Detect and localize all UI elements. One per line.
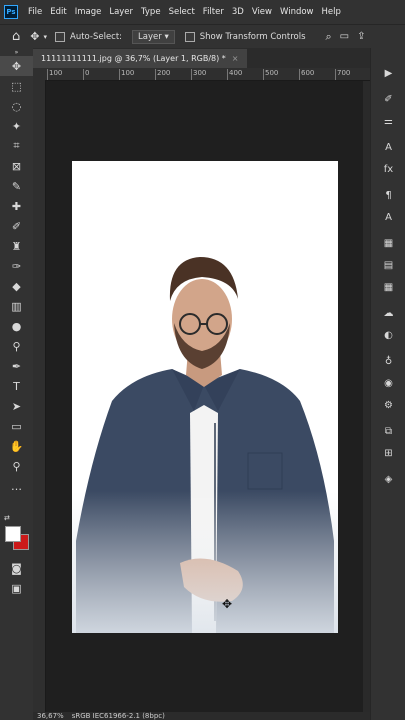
document-tab-title: 11111111111.jpg @ 36,7% (Layer 1, RGB/8)… [41,54,226,63]
status-bar: 36,67% sRGB IEC61966-2.1 (8bpc) [33,712,370,720]
character-styles-icon[interactable]: A [371,206,405,228]
libraries-icon[interactable]: ⊞ [371,442,405,464]
play-icon[interactable]: ▶ [371,62,405,84]
channels-icon[interactable]: ◉ [371,372,405,394]
gradients-icon[interactable]: ▤ [371,254,405,276]
history-brush-tool-icon[interactable]: ✑ [0,256,33,276]
patterns-icon[interactable]: ▦ [371,276,405,298]
chevron-down-icon[interactable]: ▾ [43,33,47,41]
move-tool-preset-icon[interactable]: ✥ [30,30,39,43]
screen-mode-icon[interactable]: ▣ [0,578,33,598]
document-canvas[interactable]: ✥ [72,161,338,633]
portrait-photo [72,257,338,633]
swap-colors-icon[interactable]: ⇄ [4,514,14,522]
options-bar: ⌂ ✥ ▾ Auto-Select: Layer ▾ Show Transfor… [0,24,405,48]
brush-settings-icon[interactable]: ✐ [371,88,405,110]
panel-grip-icon: » [14,48,19,56]
magic-wand-tool-icon[interactable]: ✦ [0,116,33,136]
menu-3d[interactable]: 3D [228,7,248,17]
ruler-corner[interactable] [33,68,45,80]
properties-icon[interactable]: ⚙ [371,394,405,416]
home-icon[interactable]: ⌂ [12,29,20,44]
zoom-tool-icon[interactable]: ⚲ [0,456,33,476]
ruler-tick-label: 400 [227,69,242,80]
color-profile: sRGB IEC61966-2.1 (8bpc) [71,712,165,720]
auto-select-checkbox[interactable] [55,31,65,42]
ruler-tick-label: 200 [155,69,170,80]
healing-brush-tool-icon[interactable]: ✚ [0,196,33,216]
layers-icon[interactable]: ◈ [371,468,405,490]
menu-filter[interactable]: Filter [199,7,228,17]
frame-tool-icon[interactable]: ⊠ [0,156,33,176]
ruler-tick-label: 300 [191,69,206,80]
move-cursor-icon: ✥ [222,597,233,611]
adjustments-icon[interactable]: ⚌ [371,110,405,132]
more-tools-icon[interactable]: … [0,476,33,496]
gradient-tool-icon[interactable]: ▥ [0,296,33,316]
horizontal-ruler[interactable]: 1000100200300400500600700800 [45,68,370,81]
brush-tool-icon[interactable]: ✐ [0,216,33,236]
menu-image[interactable]: Image [71,7,106,17]
menu-bar: Ps File Edit Image Layer Type Select Fil… [0,0,405,24]
document-tab-bar: 11111111111.jpg @ 36,7% (Layer 1, RGB/8)… [33,48,370,68]
menu-help[interactable]: Help [318,7,345,17]
eyedropper-tool-icon[interactable]: ✎ [0,176,33,196]
tools-panel: » ✥ ⬚ ◌ ✦ ⌗ ⊠ ✎ ✚ ✐ ♜ ✑ ◆ ▥ ● ⚲ ✒ T ➤ ▭ … [0,48,34,720]
ruler-tick-label: 600 [299,69,314,80]
workspace-icon[interactable]: ▭ [340,31,349,42]
navigator-icon[interactable]: ◐ [371,324,405,346]
foreground-color-swatch[interactable] [5,526,21,542]
crop-tool-icon[interactable]: ⌗ [0,136,33,156]
dodge-tool-icon[interactable]: ⚲ [0,336,33,356]
eraser-tool-icon[interactable]: ◆ [0,276,33,296]
lightbulb-icon[interactable]: ♁ [371,350,405,372]
share-icon[interactable]: ⇪ [357,31,365,42]
layer-dropdown[interactable]: Layer ▾ [132,29,175,44]
character-panel-icon[interactable]: A [371,136,405,158]
vertical-ruler[interactable] [33,80,46,712]
photoshop-logo-icon[interactable]: Ps [4,5,18,19]
zoom-level[interactable]: 36,67% [37,712,64,720]
paragraph-icon[interactable]: ¶ [371,184,405,206]
menu-select[interactable]: Select [165,7,199,17]
rectangle-tool-icon[interactable]: ▭ [0,416,33,436]
blur-tool-icon[interactable]: ● [0,316,33,336]
marquee-tool-icon[interactable]: ⬚ [0,76,33,96]
ruler-tick-label: 500 [263,69,278,80]
swatches-icon[interactable]: ▦ [371,232,405,254]
pen-tool-icon[interactable]: ✒ [0,356,33,376]
menu-view[interactable]: View [248,7,276,17]
layer-dropdown-value: Layer [138,31,162,42]
show-transform-label: Show Transform Controls [199,31,306,42]
path-selection-tool-icon[interactable]: ➤ [0,396,33,416]
show-transform-checkbox[interactable] [184,31,195,42]
ruler-tick-label: 100 [47,69,62,80]
menu-layer[interactable]: Layer [105,7,137,17]
search-icon[interactable]: ⌕ [326,30,332,44]
3d-icon[interactable]: ☁ [371,302,405,324]
glyphs-icon[interactable]: fx [371,158,405,180]
panel-strip: ▶ ✐ ⚌ A fx ¶ A ▦ ▤ ▦ ☁ ◐ ♁ ◉ ⚙ ⧉ ⊞ ◈ [370,48,405,720]
vertical-scrollbar[interactable] [363,81,370,712]
close-icon[interactable]: × [232,54,239,63]
hand-tool-icon[interactable]: ✋ [0,436,33,456]
move-tool-icon[interactable]: ✥ [0,56,33,76]
document-tab[interactable]: 11111111111.jpg @ 36,7% (Layer 1, RGB/8)… [33,49,247,68]
auto-select-label: Auto-Select: [70,31,123,42]
ruler-tick-label: 0 [83,69,89,80]
menu-type[interactable]: Type [137,7,165,17]
menu-file[interactable]: File [24,7,46,17]
type-tool-icon[interactable]: T [0,376,33,396]
quick-mask-icon[interactable]: ◙ [0,558,33,578]
menu-window[interactable]: Window [276,7,318,17]
history-icon[interactable]: ⧉ [371,420,405,442]
lasso-tool-icon[interactable]: ◌ [0,96,33,116]
ruler-tick-label: 100 [119,69,134,80]
clone-stamp-tool-icon[interactable]: ♜ [0,236,33,256]
menu-edit[interactable]: Edit [46,7,70,17]
ruler-tick-label: 700 [335,69,350,80]
